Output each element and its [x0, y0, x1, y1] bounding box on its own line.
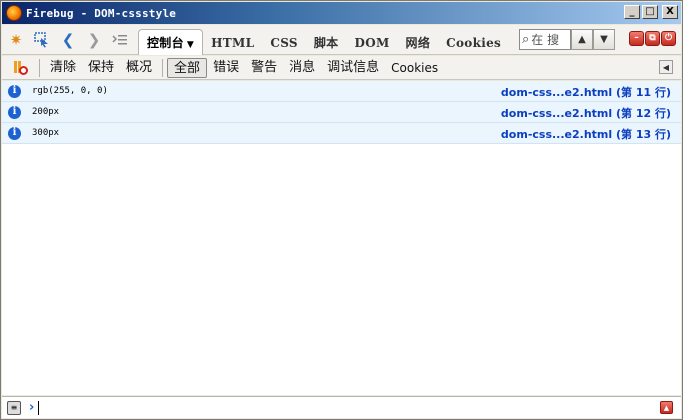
- search-icon: ⌕: [522, 32, 530, 47]
- log-row[interactable]: i 200px dom-css...e2.html (第 12 行): [2, 102, 681, 123]
- collapse-side-panel-icon[interactable]: ◀: [659, 60, 673, 74]
- source-link[interactable]: dom-css...e2.html (第 12 行): [501, 105, 671, 121]
- firebug-close-button[interactable]: ⏻: [661, 31, 676, 46]
- console-toolbar: 清除 保持 概况 全部 错误 警告 消息 调试信息 Cookies ◀: [2, 56, 681, 80]
- log-row[interactable]: i rgb(255, 0, 0) dom-css...e2.html (第 11…: [2, 81, 681, 102]
- firebug-window: Firebug - DOM-cssstyle _ □ X ✷ ❮ ❯ 控制台 ▼ …: [0, 0, 683, 420]
- panel-tabs: 控制台 ▼ HTML CSS 脚本 DOM 网络 Cookies: [138, 25, 509, 55]
- command-editor-icon[interactable]: ≡: [7, 400, 21, 415]
- log-message: 300px: [32, 128, 60, 138]
- persist-button[interactable]: 保持: [82, 58, 120, 78]
- command-line[interactable]: ≡ › ▲: [2, 396, 681, 418]
- toggle-editor-icon[interactable]: ▲: [660, 401, 673, 414]
- firebug-detach-button[interactable]: ⧉: [645, 31, 660, 46]
- source-link[interactable]: dom-css...e2.html (第 11 行): [501, 84, 671, 100]
- info-icon: i: [8, 105, 21, 119]
- source-link[interactable]: dom-css...e2.html (第 13 行): [501, 126, 671, 142]
- info-icon: i: [8, 126, 21, 140]
- window-title: Firebug - DOM-cssstyle: [26, 6, 177, 20]
- close-button[interactable]: X: [662, 5, 678, 19]
- tab-label: 控制台: [147, 35, 184, 50]
- filter-debug[interactable]: 调试信息: [321, 58, 385, 78]
- forward-icon[interactable]: ❯: [82, 28, 106, 52]
- search-next-button[interactable]: ▼: [593, 29, 615, 50]
- log-message: 200px: [32, 107, 60, 117]
- log-row[interactable]: i 300px dom-css...e2.html (第 13 行): [2, 123, 681, 144]
- firebug-window-buttons: – ⧉ ⏻: [629, 31, 676, 46]
- main-toolbar: ✷ ❮ ❯ 控制台 ▼ HTML CSS 脚本 DOM 网络 Cookies ⌕ …: [2, 25, 681, 55]
- separator: [39, 58, 40, 77]
- maximize-button[interactable]: □: [642, 5, 658, 19]
- tab-dom[interactable]: DOM: [346, 31, 397, 55]
- info-icon: i: [8, 84, 21, 98]
- break-on-errors-icon[interactable]: [13, 60, 29, 76]
- chevron-down-icon: ▼: [186, 39, 195, 50]
- console-log: i rgb(255, 0, 0) dom-css...e2.html (第 11…: [2, 81, 681, 395]
- separator: [162, 58, 164, 77]
- minimize-button[interactable]: _: [624, 5, 640, 19]
- search-placeholder: 在 搜: [531, 33, 560, 47]
- filter-all[interactable]: 全部: [167, 57, 208, 78]
- search-input[interactable]: ⌕ 在 搜: [519, 29, 571, 50]
- firebug-minimize-button[interactable]: –: [629, 31, 644, 46]
- search-prev-button[interactable]: ▲: [571, 29, 593, 50]
- command-input[interactable]: [38, 400, 40, 415]
- search-nav: ▲ ▼: [571, 29, 615, 50]
- tab-css[interactable]: CSS: [262, 31, 306, 55]
- firefox-icon: [6, 5, 22, 21]
- tab-html[interactable]: HTML: [203, 31, 262, 55]
- filter-cookies[interactable]: Cookies: [385, 58, 444, 78]
- tab-console[interactable]: 控制台 ▼: [138, 28, 204, 55]
- filter-warnings[interactable]: 警告: [245, 58, 283, 78]
- filter-errors[interactable]: 错误: [207, 58, 245, 78]
- multiline-icon[interactable]: [108, 28, 132, 52]
- prompt-icon: ›: [29, 400, 35, 415]
- tab-script[interactable]: 脚本: [306, 31, 347, 55]
- profile-button[interactable]: 概况: [120, 58, 158, 78]
- tab-cookies[interactable]: Cookies: [438, 31, 509, 55]
- firebug-menu-icon[interactable]: ✷: [4, 28, 28, 52]
- tab-net[interactable]: 网络: [398, 31, 439, 55]
- clear-button[interactable]: 清除: [44, 58, 82, 78]
- filter-info[interactable]: 消息: [283, 58, 321, 78]
- window-controls: _ □ X: [624, 5, 678, 19]
- back-icon[interactable]: ❮: [56, 28, 80, 52]
- title-bar[interactable]: Firebug - DOM-cssstyle _ □ X: [2, 2, 681, 24]
- inspect-icon[interactable]: [30, 28, 54, 52]
- log-message: rgb(255, 0, 0): [32, 86, 108, 96]
